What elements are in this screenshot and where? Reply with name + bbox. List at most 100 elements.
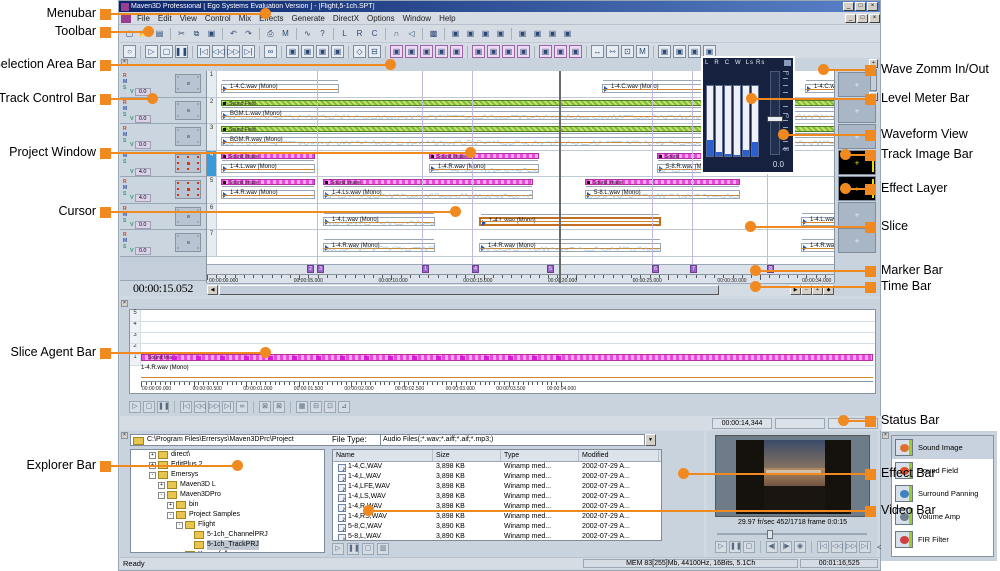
track-row[interactable]: 6 1-4.L.wav (Mono) 1-4.L.wav (Mono) 1-4.L.w… <box>207 203 834 230</box>
slice-marker[interactable] <box>292 356 297 360</box>
video-position-slider[interactable] <box>717 530 867 539</box>
slice-marker[interactable] <box>196 356 201 360</box>
slice-go-start-button[interactable]: |◁ <box>180 401 192 413</box>
menu-item-directx[interactable]: DirectX <box>329 14 363 23</box>
doc-minimize-button[interactable]: _ <box>845 13 856 23</box>
minimize-button[interactable]: _ <box>843 2 854 11</box>
fit-w-icon[interactable]: ⇿ <box>606 45 619 58</box>
surround-pan-pad[interactable] <box>175 100 201 120</box>
obj-4-icon[interactable]: ▣ <box>435 45 448 58</box>
slice-marker[interactable] <box>364 356 369 360</box>
center-ch-icon[interactable]: C <box>368 27 381 40</box>
video-play-button[interactable]: ▷ <box>715 541 727 553</box>
zone-2-icon[interactable]: ▣ <box>301 45 314 58</box>
video-forward-button[interactable]: ▷▷ <box>845 541 857 553</box>
forward-icon[interactable]: ▷▷ <box>227 45 240 58</box>
slice-marker[interactable] <box>436 356 441 360</box>
video-pause-button[interactable]: ❚❚ <box>729 541 742 553</box>
tree-node[interactable]: 5-1ch_ChannelPRJ <box>131 530 324 540</box>
menu-item-window[interactable]: Window <box>399 14 435 23</box>
mode-4-icon[interactable]: ▣ <box>494 27 507 40</box>
marker[interactable]: 5 <box>547 265 554 273</box>
speaker-icon[interactable]: ◁ <box>405 27 418 40</box>
layer-6-icon[interactable]: ▣ <box>554 45 567 58</box>
effect-layer[interactable]: Sound Image <box>221 179 315 185</box>
tree-node[interactable]: + bin <box>131 500 324 510</box>
track-number[interactable]: 2 <box>207 97 217 123</box>
track-row[interactable]: 5 Sound Image Sound Image Sound Image 1-4.R.… <box>207 177 834 204</box>
slice-row[interactable]: 3 <box>130 332 875 344</box>
surround-pan-pad[interactable] <box>175 127 201 146</box>
video-rewind-button[interactable]: ◁◁ <box>831 541 843 553</box>
copy-icon[interactable]: ⧉ <box>190 27 203 40</box>
zoom-sel-icon[interactable]: ⊡ <box>621 45 634 58</box>
fit-h-icon[interactable]: ↔ <box>591 45 604 58</box>
playhead-cursor[interactable] <box>559 71 561 283</box>
slice-marker[interactable] <box>460 356 465 360</box>
loop-icon[interactable]: ∞ <box>264 45 277 58</box>
headphone-icon[interactable]: ∩ <box>390 27 403 40</box>
align-1-icon[interactable]: ▣ <box>658 45 671 58</box>
slice-go-end-button[interactable]: ▷| <box>222 401 234 413</box>
tree-node[interactable]: - Emersys <box>131 470 324 480</box>
cut-icon[interactable]: ✂ <box>175 27 188 40</box>
track-number[interactable]: 4 <box>207 150 217 176</box>
file-type-value[interactable]: Audio Files(;*.wav;*.aiff;*.aif;*.mp3;) <box>380 434 645 446</box>
marker[interactable]: 3 <box>317 265 324 273</box>
surround-pan-pad[interactable] <box>175 74 201 93</box>
track-number[interactable]: 3 <box>207 124 217 150</box>
help-icon[interactable]: ? <box>316 27 329 40</box>
slice-marker[interactable] <box>316 356 321 360</box>
file-pause-button[interactable]: ❚❚ <box>347 543 360 555</box>
slice-row[interactable]: 5 <box>130 310 875 322</box>
slice-split-button[interactable]: ⊟ <box>310 401 322 413</box>
layer-4-icon[interactable]: ▣ <box>517 45 530 58</box>
track-control-2[interactable]: R M S V 0.0 <box>120 97 206 124</box>
audio-clip[interactable]: 5-8.L.wav (Mono) <box>585 186 741 199</box>
audio-clip[interactable]: 1-4.L.wav (Mono) <box>323 212 435 226</box>
solo-button[interactable]: S <box>123 85 127 91</box>
marker[interactable]: 6 <box>652 265 659 273</box>
tree-node[interactable]: - Project Samples <box>131 510 324 520</box>
effect-item[interactable]: Sound Image <box>892 436 993 459</box>
video-screen[interactable] <box>715 435 870 517</box>
file-row[interactable]: ♪ 5-8,L,WAV 3,890 KB Winamp med... 2002-07-2… <box>333 532 661 540</box>
track-rms-buttons[interactable]: RMS <box>123 206 127 224</box>
file-row[interactable]: ♪ 1-4,LS,WAV 3,898 KB Winamp med... 2002-07-… <box>333 492 661 502</box>
surround-pan-pad[interactable] <box>175 233 201 252</box>
file-transport-controls[interactable]: ▷ ❚❚ ▢ ▥ <box>332 543 389 555</box>
slice-marker[interactable] <box>172 356 177 360</box>
tree-expander-icon[interactable]: - <box>149 471 156 479</box>
video-slider-thumb[interactable] <box>767 530 773 539</box>
save-icon[interactable]: ▤ <box>153 27 166 40</box>
slice-transport-controls[interactable]: ▷ ▢ ❚❚ |◁ ◁◁ ▷▷ ▷| ∞ ⊠ ⊠ ▦ ⊟ ⊡ ⊿ <box>129 400 350 414</box>
slice-analyze-button[interactable]: ⊿ <box>338 401 350 413</box>
solo-button[interactable]: S <box>123 138 127 144</box>
column-header-type[interactable]: Type <box>501 450 579 461</box>
marker[interactable]: 7 <box>690 265 697 273</box>
grid-icon[interactable]: ⊟ <box>368 45 381 58</box>
slice-effect-clip[interactable]: Sound Image <box>141 354 873 361</box>
volume-value[interactable]: 0.0 <box>134 247 151 255</box>
track-number[interactable]: 7 <box>207 230 217 256</box>
explorer-close-icon[interactable]: × <box>121 432 128 439</box>
track-rms-buttons[interactable]: RMS <box>123 179 127 197</box>
obj-3-icon[interactable]: ▣ <box>420 45 433 58</box>
obj-5-icon[interactable]: ▣ <box>450 45 463 58</box>
effect-layer-handle[interactable] <box>659 154 662 158</box>
file-row[interactable]: ♪ 1-4,LFE,WAV 3,898 KB Winamp med... 2002-07… <box>333 482 661 492</box>
volume-value[interactable]: 0.0 <box>134 220 151 229</box>
audio-clip[interactable]: 1-4.R.wav (Mono) <box>479 239 661 252</box>
zone-3-icon[interactable]: ▣ <box>316 45 329 58</box>
column-header-name[interactable]: Name <box>333 450 433 461</box>
marker[interactable]: 1 <box>422 265 429 273</box>
stop-icon[interactable]: ▢ <box>160 45 173 58</box>
mixer-icon[interactable]: M <box>279 27 292 40</box>
slice-marker[interactable] <box>340 356 345 360</box>
slice-pause-button[interactable]: ❚❚ <box>157 401 170 413</box>
effect-layer-handle[interactable] <box>431 154 434 158</box>
track-rms-buttons[interactable]: MS <box>123 153 127 165</box>
master-fader-track[interactable] <box>767 71 783 155</box>
surround-pan-pad[interactable] <box>175 180 201 199</box>
align-2-icon[interactable]: ▣ <box>673 45 686 58</box>
